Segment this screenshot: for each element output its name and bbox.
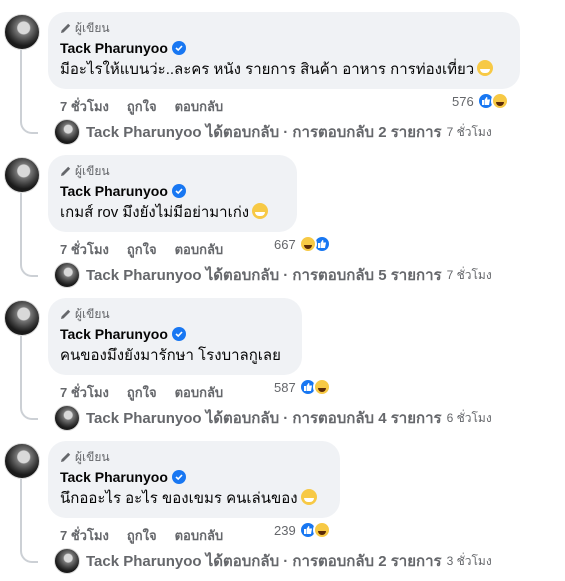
haha-reaction-icon [312, 521, 331, 539]
reply-summary[interactable]: Tack Pharunyoo ได้ตอบกลับ · การตอบกลับ 2… [86, 549, 442, 573]
like-button[interactable]: ถูกใจ [127, 382, 157, 403]
author-name[interactable]: Tack Pharunyoo [60, 40, 168, 56]
reply-time: 7 ชั่วโมง [446, 124, 492, 139]
comment-time[interactable]: 7 ชั่วโมง [60, 382, 109, 403]
grin-emoji-icon [477, 60, 494, 76]
avatar[interactable] [4, 14, 40, 50]
haha-reaction-icon [490, 92, 509, 110]
author-badge: ผู้เขียน [60, 306, 290, 322]
reply-time: 7 ชั่วโมง [446, 267, 492, 282]
author-name[interactable]: Tack Pharunyoo [60, 469, 168, 485]
reaction-count: 667 [274, 236, 296, 252]
reply-button[interactable]: ตอบกลับ [175, 525, 224, 546]
author-name[interactable]: Tack Pharunyoo [60, 326, 168, 342]
reaction-count: 576 [452, 93, 474, 109]
thread-line [20, 477, 38, 563]
reply-summary[interactable]: Tack Pharunyoo ได้ตอบกลับ · การตอบกลับ 2… [86, 120, 442, 144]
comment-text: มีอะไรให้แบนว่ะ..ละคร หนัง รายการ สินค้า… [60, 61, 475, 78]
grin-emoji-icon [300, 489, 317, 505]
verified-icon [171, 469, 186, 484]
haha-reaction-icon [298, 235, 317, 253]
comment-time[interactable]: 7 ชั่วโมง [60, 525, 109, 546]
verified-icon [171, 40, 186, 55]
comment-bubble: ผู้เขียน Tack Pharunyoo คนของมึงยังมารัก… [48, 298, 302, 375]
reaction-summary[interactable]: 587 [274, 378, 331, 396]
pencil-icon [61, 309, 71, 319]
comment-time[interactable]: 7 ชั่วโมง [60, 239, 109, 260]
like-button[interactable]: ถูกใจ [127, 239, 157, 260]
author-badge-label: ผู้เขียน [75, 449, 110, 464]
reply-avatar [54, 548, 80, 574]
view-replies-link[interactable]: Tack Pharunyoo ได้ตอบกลับ · การตอบกลับ 2… [54, 548, 492, 574]
thread-line [20, 334, 38, 420]
pencil-icon [61, 452, 71, 462]
reply-button[interactable]: ตอบกลับ [175, 96, 224, 117]
author-badge-label: ผู้เขียน [75, 306, 110, 321]
reaction-count: 587 [274, 379, 296, 395]
avatar[interactable] [4, 157, 40, 193]
like-button[interactable]: ถูกใจ [127, 525, 157, 546]
reaction-summary[interactable]: 239 [274, 521, 331, 539]
thread-line [20, 48, 38, 134]
reply-time: 3 ชั่วโมง [446, 553, 492, 568]
comment-bubble: ผู้เขียน Tack Pharunyoo มีอะไรให้แบนว่ะ.… [48, 12, 520, 89]
view-replies-link[interactable]: Tack Pharunyoo ได้ตอบกลับ · การตอบกลับ 2… [54, 119, 492, 145]
reply-summary[interactable]: Tack Pharunyoo ได้ตอบกลับ · การตอบกลับ 5… [86, 263, 442, 287]
author-badge: ผู้เขียน [60, 163, 285, 179]
verified-icon [171, 326, 186, 341]
author-name[interactable]: Tack Pharunyoo [60, 183, 168, 199]
avatar[interactable] [4, 443, 40, 479]
comment-bubble: ผู้เขียน Tack Pharunyoo เกมส์ rov มึงยัง… [48, 155, 297, 232]
reaction-summary[interactable]: 667 [274, 235, 331, 253]
reply-avatar [54, 405, 80, 431]
pencil-icon [61, 166, 71, 176]
view-replies-link[interactable]: Tack Pharunyoo ได้ตอบกลับ · การตอบกลับ 5… [54, 262, 492, 288]
like-button[interactable]: ถูกใจ [127, 96, 157, 117]
comment-text: เกมส์ rov มึงยังไม่มีอย่ามาเก่ง [60, 204, 250, 221]
comment-text: นึกออะไร อะไร ของเขมร คนเล่นของ [60, 490, 298, 507]
thread-line [20, 191, 38, 277]
avatar[interactable] [4, 300, 40, 336]
view-replies-link[interactable]: Tack Pharunyoo ได้ตอบกลับ · การตอบกลับ 4… [54, 405, 492, 431]
reply-summary[interactable]: Tack Pharunyoo ได้ตอบกลับ · การตอบกลับ 4… [86, 406, 442, 430]
pencil-icon [61, 23, 71, 33]
comment-time[interactable]: 7 ชั่วโมง [60, 96, 109, 117]
haha-reaction-icon [312, 378, 331, 396]
reply-time: 6 ชั่วโมง [446, 410, 492, 425]
author-badge-label: ผู้เขียน [75, 163, 110, 178]
comment-text: คนของมึงยังมารักษา โรงบาลกูเลย [60, 347, 281, 364]
author-badge-label: ผู้เขียน [75, 20, 110, 35]
reply-avatar [54, 262, 80, 288]
grin-emoji-icon [252, 203, 269, 219]
reply-button[interactable]: ตอบกลับ [175, 239, 224, 260]
author-badge: ผู้เขียน [60, 449, 328, 465]
reply-avatar [54, 119, 80, 145]
verified-icon [171, 183, 186, 198]
reply-button[interactable]: ตอบกลับ [175, 382, 224, 403]
reaction-summary[interactable]: 576 [452, 92, 509, 110]
author-badge: ผู้เขียน [60, 20, 508, 36]
reaction-count: 239 [274, 522, 296, 538]
comment-bubble: ผู้เขียน Tack Pharunyoo นึกออะไร อะไร ขอ… [48, 441, 340, 518]
